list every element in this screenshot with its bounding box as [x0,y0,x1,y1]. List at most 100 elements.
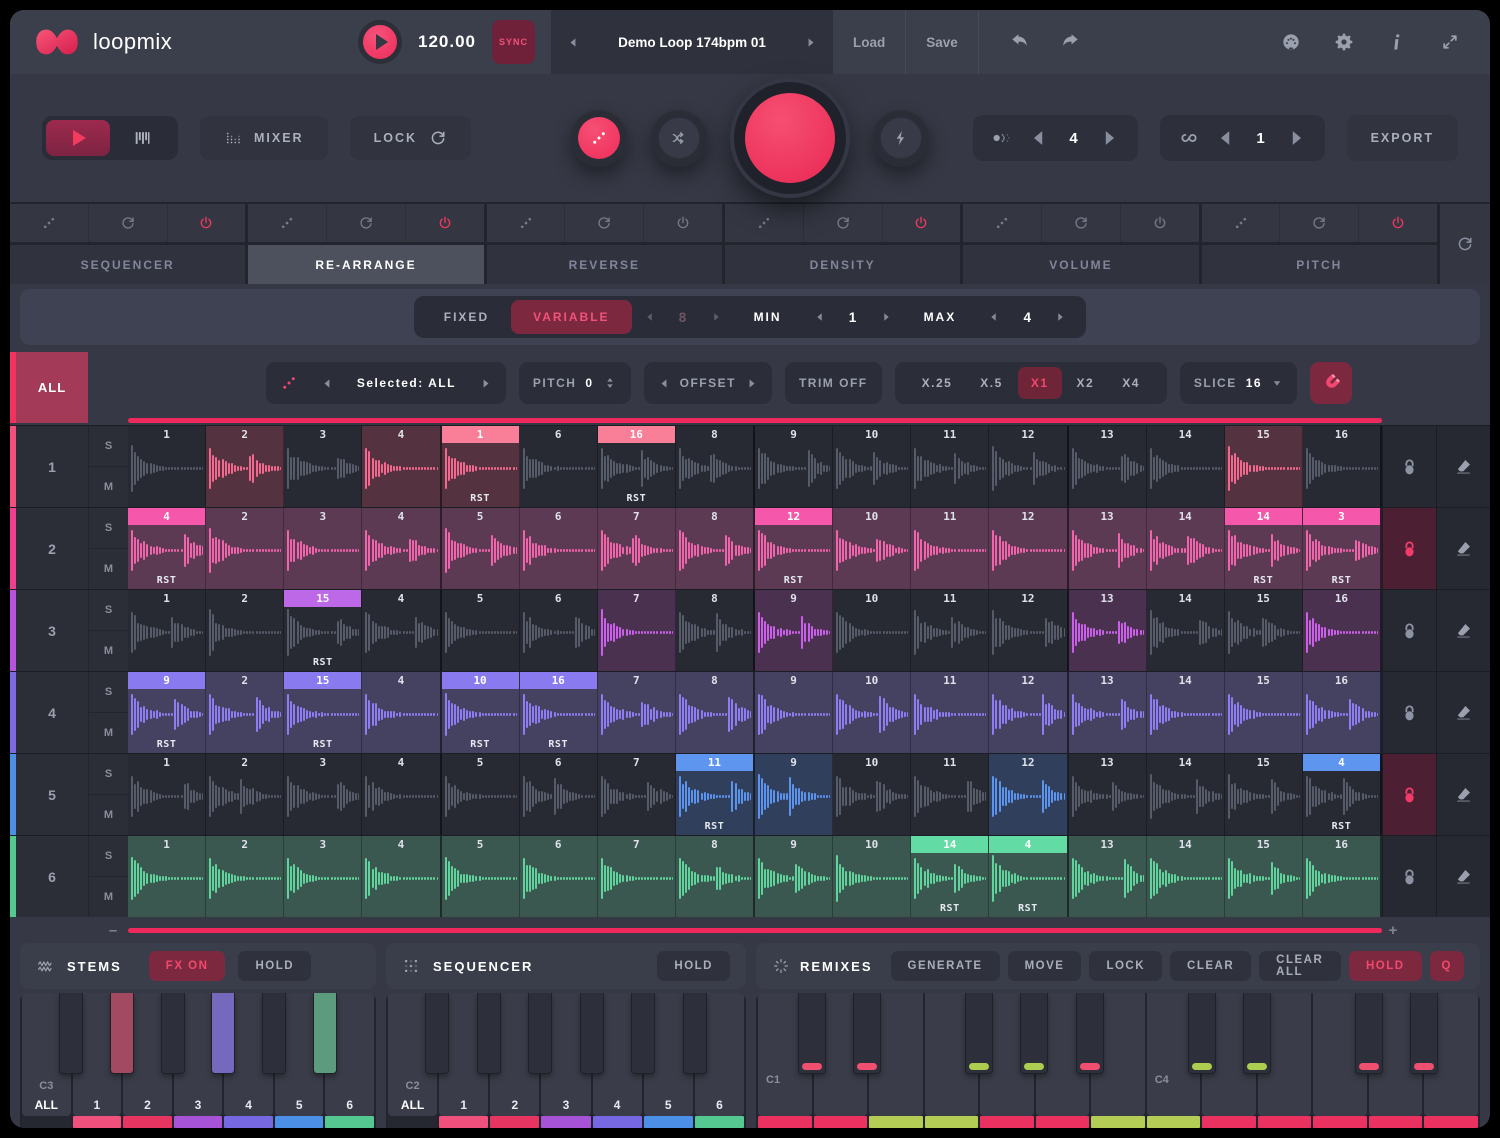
step-cell[interactable]: 8 [676,836,755,917]
step-cell[interactable]: 8 [676,672,755,753]
solo-button[interactable]: S [89,508,128,549]
tab-refresh-button[interactable] [89,204,168,242]
step-cell[interactable]: 9 [755,590,833,671]
fx-on-button[interactable]: FX ON [149,951,226,981]
step-cell[interactable]: 5 [442,836,520,917]
min-next-button[interactable] [870,311,902,323]
zoom-in-button[interactable]: + [1382,922,1404,939]
stems-hold-button[interactable]: HOLD [238,951,311,981]
midi-mode-button[interactable] [110,120,174,156]
tab-label[interactable]: DENSITY [725,245,960,284]
step-cell[interactable]: 1 [128,836,206,917]
piano-black-key[interactable] [161,993,185,1074]
step-cell[interactable]: 12RST [755,508,833,589]
step-cell[interactable]: 15 [1225,590,1303,671]
step-cell[interactable]: 15 [1225,426,1303,507]
step-cell[interactable]: 14 [1147,508,1225,589]
row-lock-button[interactable] [1382,672,1436,753]
solo-button[interactable]: S [89,426,128,467]
step-cell[interactable]: 13 [1069,426,1147,507]
piano-black-key[interactable] [1188,993,1216,1074]
remix-clear-all-button[interactable]: CLEAR ALL [1259,951,1341,981]
tab-power-button[interactable] [168,204,246,242]
offset-next-button[interactable] [745,377,758,390]
step-cell[interactable]: 15 [1225,836,1303,917]
step-cell[interactable]: 14 [1147,836,1225,917]
step-cell[interactable]: 14RST [911,836,989,917]
bpm-value[interactable]: 120.00 [418,32,476,52]
step-cell[interactable]: 6 [520,426,598,507]
sync-button[interactable]: SYNC [492,20,535,64]
step-cell[interactable]: 12 [989,672,1068,753]
piano-black-key[interactable] [59,993,83,1074]
preset-prev-button[interactable] [567,36,580,49]
piano-black-key[interactable] [965,993,993,1074]
step-cell[interactable]: 5 [442,590,520,671]
piano-black-key[interactable] [477,993,501,1074]
row-select-button[interactable]: 5 [16,754,88,835]
step-cell[interactable]: 11 [911,590,989,671]
selected-next-button[interactable] [479,377,492,390]
remix-hold-button[interactable]: HOLD [1349,951,1422,981]
multiplier-x4[interactable]: X4 [1109,367,1153,399]
loop-next-button[interactable] [1285,127,1307,149]
step-cell[interactable]: 10RST [442,672,520,753]
magnet-button[interactable] [1310,362,1352,404]
step-cell[interactable]: 2 [206,836,284,917]
save-button[interactable]: Save [906,10,979,74]
midi-button[interactable] [1281,32,1301,52]
redo-button[interactable] [1060,32,1081,53]
multiplier-x.25[interactable]: X.25 [909,367,966,399]
row-erase-button[interactable] [1436,426,1490,507]
step-cell[interactable]: 3 [284,836,362,917]
step-cell[interactable]: 4 [362,426,441,507]
step-cell[interactable]: 16 [1303,590,1382,671]
remix-move-button[interactable]: MOVE [1008,951,1082,981]
tab-dice-button[interactable] [725,204,804,242]
info-button[interactable] [1387,32,1407,52]
step-cell[interactable]: 9 [755,836,833,917]
row-select-button[interactable]: 1 [16,426,88,507]
step-cell[interactable]: 10 [833,426,911,507]
tab-power-button[interactable] [883,204,961,242]
trim-button[interactable]: TRIM OFF [785,362,882,404]
step-cell[interactable]: 1 [128,426,206,507]
randomize-knob[interactable] [570,109,628,167]
variation-prev-button[interactable] [1028,127,1050,149]
row-select-button[interactable]: 6 [16,836,88,917]
step-cell[interactable]: 14 [1147,590,1225,671]
step-cell[interactable]: 10 [833,590,911,671]
step-cell[interactable]: 3RST [1303,508,1382,589]
step-cell[interactable]: 16RST [598,426,676,507]
step-cell[interactable]: 7 [598,590,676,671]
load-button[interactable]: Load [833,10,906,74]
step-cell[interactable]: 14 [1147,426,1225,507]
step-cell[interactable]: 13 [1069,836,1147,917]
main-remix-button[interactable] [730,78,850,198]
step-cell[interactable]: 12 [989,754,1068,835]
mute-button[interactable]: M [89,713,128,753]
step-cell[interactable]: 9RST [128,672,206,753]
tab-power-button[interactable] [1121,204,1199,242]
step-cell[interactable]: 4RST [128,508,206,589]
step-cell[interactable]: 16 [1303,426,1382,507]
step-cell[interactable]: 11 [911,754,989,835]
step-cell[interactable]: 7 [598,672,676,753]
step-cell[interactable]: 6 [520,508,598,589]
selected-prev-button[interactable] [321,377,334,390]
step-cell[interactable]: 4RST [989,836,1068,917]
step-cell[interactable]: 10 [833,672,911,753]
row-erase-button[interactable] [1436,754,1490,835]
step-cell[interactable]: 5 [442,754,520,835]
play-button[interactable] [358,20,402,64]
step-cell[interactable]: 12 [989,426,1068,507]
piano-black-key[interactable] [425,993,449,1074]
export-button[interactable]: EXPORT [1347,115,1458,161]
remix-q-button[interactable]: Q [1430,951,1464,981]
solo-button[interactable]: S [89,836,128,877]
tab-dice-button[interactable] [248,204,327,242]
step-cell[interactable]: 5 [442,508,520,589]
tab-power-button[interactable] [1359,204,1437,242]
step-cell[interactable]: 7 [598,836,676,917]
step-cell[interactable]: 14RST [1225,508,1303,589]
